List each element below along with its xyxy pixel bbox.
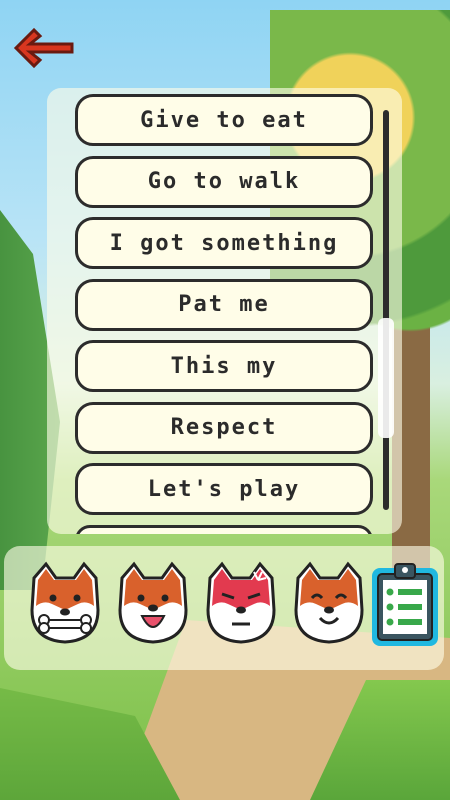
menu-item-respect[interactable]: Respect (75, 401, 373, 454)
clipboard-button[interactable] (368, 560, 442, 648)
emote-dog-happy[interactable] (114, 560, 192, 646)
emote-bar (4, 546, 444, 670)
emote-dog-angry[interactable] (202, 560, 280, 646)
menu-item-lets-play[interactable]: Let's play (75, 463, 373, 515)
dog-angry-icon (206, 561, 276, 644)
emote-dog-smile[interactable] (290, 560, 368, 646)
dog-happy-icon (118, 561, 188, 644)
menu-item-give-to-eat[interactable]: Give to eat (75, 94, 373, 146)
dog-with-bone-icon (30, 561, 100, 644)
emote-dog-bone[interactable] (26, 560, 104, 646)
action-menu-panel: Give to eat Go to walk I got something P… (47, 88, 402, 534)
menu-item-i-got-something[interactable]: I got something (75, 217, 373, 269)
menu-item-go-to-walk[interactable]: Go to walk (75, 155, 373, 208)
menu-item-this-my[interactable]: This my (75, 340, 373, 392)
back-button[interactable] (12, 26, 76, 70)
clipboard-list-icon (372, 563, 438, 646)
menu-item-pat-me[interactable]: Pat me (75, 278, 373, 331)
scrollbar-thumb[interactable] (378, 318, 394, 438)
action-list: Give to eat Go to walk I got something P… (75, 94, 375, 534)
scrollbar-track[interactable] (383, 110, 389, 510)
dog-smile-icon (294, 561, 364, 644)
menu-item-partial[interactable] (75, 524, 373, 534)
arrow-left-icon (13, 27, 74, 69)
